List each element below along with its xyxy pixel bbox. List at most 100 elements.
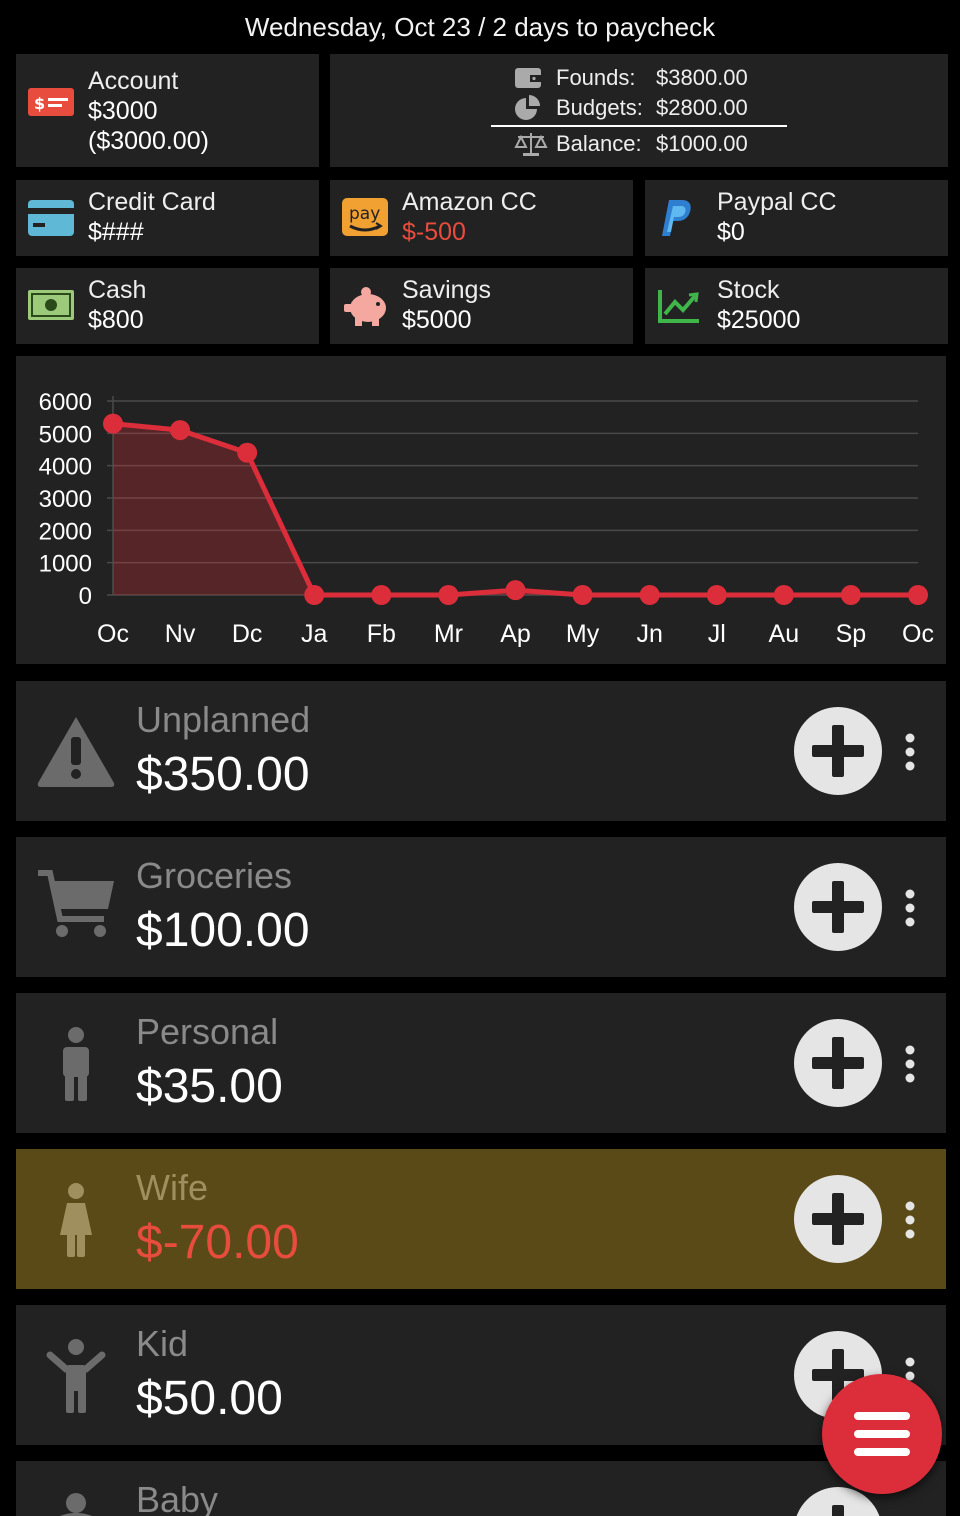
paypal-cc-label: Paypal CC: [717, 188, 837, 216]
budget-name: Wife: [136, 1167, 208, 1208]
account-money-icon: $: [28, 86, 74, 123]
more-options-icon[interactable]: [900, 889, 920, 929]
budgets-value: $2800.00: [656, 95, 748, 120]
budgets-label: Budgets:: [556, 95, 643, 120]
x-tick-label: Ap: [500, 620, 531, 648]
summary-divider: [491, 125, 787, 127]
data-point: [438, 585, 459, 605]
x-tick-label: My: [566, 620, 600, 648]
budget-name: Baby: [136, 1479, 219, 1516]
budget-amount: $100.00: [136, 904, 310, 957]
x-tick-label: Fb: [367, 620, 396, 648]
budget-amount: $50.00: [136, 1372, 283, 1425]
data-point: [773, 585, 794, 605]
data-point: [304, 585, 325, 605]
budget-amount: $35.00: [136, 1060, 283, 1113]
balance-label: Balance:: [556, 131, 642, 156]
budget-item-groceries[interactable]: Groceries $100.00: [16, 837, 946, 977]
svg-text:$: $: [34, 94, 45, 113]
add-expense-button[interactable]: [794, 1175, 882, 1263]
stock-label: Stock: [717, 276, 780, 304]
founds-value: $3800.00: [656, 65, 748, 90]
budget-item-unplanned[interactable]: Unplanned $350.00: [16, 681, 946, 821]
savings-value: $5000: [402, 306, 472, 334]
account-tile[interactable]: $ Account $3000 ($3000.00): [16, 54, 319, 167]
y-tick-label: 3000: [39, 486, 92, 513]
data-point: [237, 442, 258, 463]
founds-label: Founds:: [556, 65, 636, 90]
amazon-cc-value: $-500: [402, 218, 466, 246]
stock-value: $25000: [717, 306, 801, 334]
paypal-icon: [657, 198, 697, 243]
balance-line-chart: 6000500040003000200010000Oc Nv Dc Ja Fb Mr Ap M…: [39, 389, 934, 648]
page-title: Wednesday, Oct 23 / 2 days to paycheck: [244, 12, 716, 42]
data-point: [572, 585, 593, 605]
svg-text:pay: pay: [349, 204, 380, 224]
budget-amount: $-70.00: [136, 1216, 299, 1269]
balance-chart: 6000 5000 4000 3000 2000 1000 0 Oc Nv Dc Ja Fb Mr Ap M…: [16, 356, 946, 664]
x-tick-label: Jn: [636, 620, 662, 648]
stock-tile[interactable]: Stock $25000: [645, 268, 948, 344]
more-options-icon[interactable]: [900, 1045, 920, 1085]
x-tick-label: Oc: [97, 620, 129, 648]
budget-name: Unplanned: [136, 699, 311, 740]
baby-icon: [36, 1491, 116, 1516]
data-point: [840, 585, 861, 605]
credit-card-icon: [28, 200, 74, 241]
x-tick-label: Nv: [165, 620, 196, 648]
data-point: [103, 413, 123, 434]
amazon-cc-tile[interactable]: pay Amazon CC $-500: [330, 180, 633, 256]
data-point: [371, 585, 392, 605]
budget-item-personal[interactable]: Personal $35.00: [16, 993, 946, 1133]
savings-tile[interactable]: Savings $5000: [330, 268, 633, 344]
y-tick-label: 4000: [39, 454, 92, 481]
add-expense-button[interactable]: [794, 707, 882, 795]
paypal-cc-value: $0: [717, 218, 745, 246]
budget-item-kid[interactable]: Kid $50.00: [16, 1305, 946, 1445]
scale-icon: [514, 131, 548, 165]
x-tick-label: Dc: [232, 620, 263, 648]
data-point: [706, 585, 727, 605]
savings-label: Savings: [402, 276, 491, 304]
cash-value: $800: [88, 306, 144, 334]
cash-icon: [28, 290, 74, 325]
pie-chart-icon: [514, 95, 542, 129]
x-tick-label: Mr: [434, 620, 463, 648]
x-tick-label: Jl: [708, 620, 726, 648]
y-tick-label: 2000: [39, 518, 92, 545]
hamburger-icon: [854, 1412, 910, 1461]
credit-card-tile[interactable]: Credit Card $###: [16, 180, 319, 256]
summary-tile: Founds: $3800.00 Budgets: $2800.00 Balan…: [330, 54, 948, 167]
stock-chart-icon: [657, 288, 701, 329]
x-tick-label: Sp: [836, 620, 867, 648]
y-tick-label: 0: [79, 583, 92, 610]
budget-amount: $350.00: [136, 748, 310, 801]
more-options-icon[interactable]: [900, 1201, 920, 1241]
menu-fab-button[interactable]: [822, 1374, 942, 1494]
x-tick-label: Ja: [301, 620, 328, 648]
account-value: $3000: [88, 97, 158, 125]
x-tick-label: Au: [769, 620, 800, 648]
data-point: [170, 420, 191, 441]
budget-item-baby[interactable]: Baby: [16, 1461, 946, 1516]
child-icon: [36, 1335, 116, 1415]
add-expense-button[interactable]: [794, 1019, 882, 1107]
y-tick-label: 1000: [39, 551, 92, 578]
budget-item-wife[interactable]: Wife $-70.00: [16, 1149, 946, 1289]
y-tick-label: 5000: [39, 421, 92, 448]
cart-icon: [36, 867, 116, 947]
balance-value: $1000.00: [656, 131, 748, 156]
man-icon: [36, 1023, 116, 1103]
x-tick-label: Oc: [902, 620, 934, 648]
amazon-pay-icon: pay: [342, 198, 388, 243]
woman-icon: [36, 1179, 116, 1259]
cash-tile[interactable]: Cash $800: [16, 268, 319, 344]
amazon-cc-label: Amazon CC: [402, 188, 537, 216]
more-options-icon[interactable]: [900, 733, 920, 773]
credit-card-value: $###: [88, 218, 144, 246]
warning-icon: [36, 711, 116, 791]
data-point: [505, 580, 526, 601]
add-expense-button[interactable]: [794, 863, 882, 951]
piggy-bank-icon: [342, 284, 390, 333]
paypal-cc-tile[interactable]: Paypal CC $0: [645, 180, 948, 256]
